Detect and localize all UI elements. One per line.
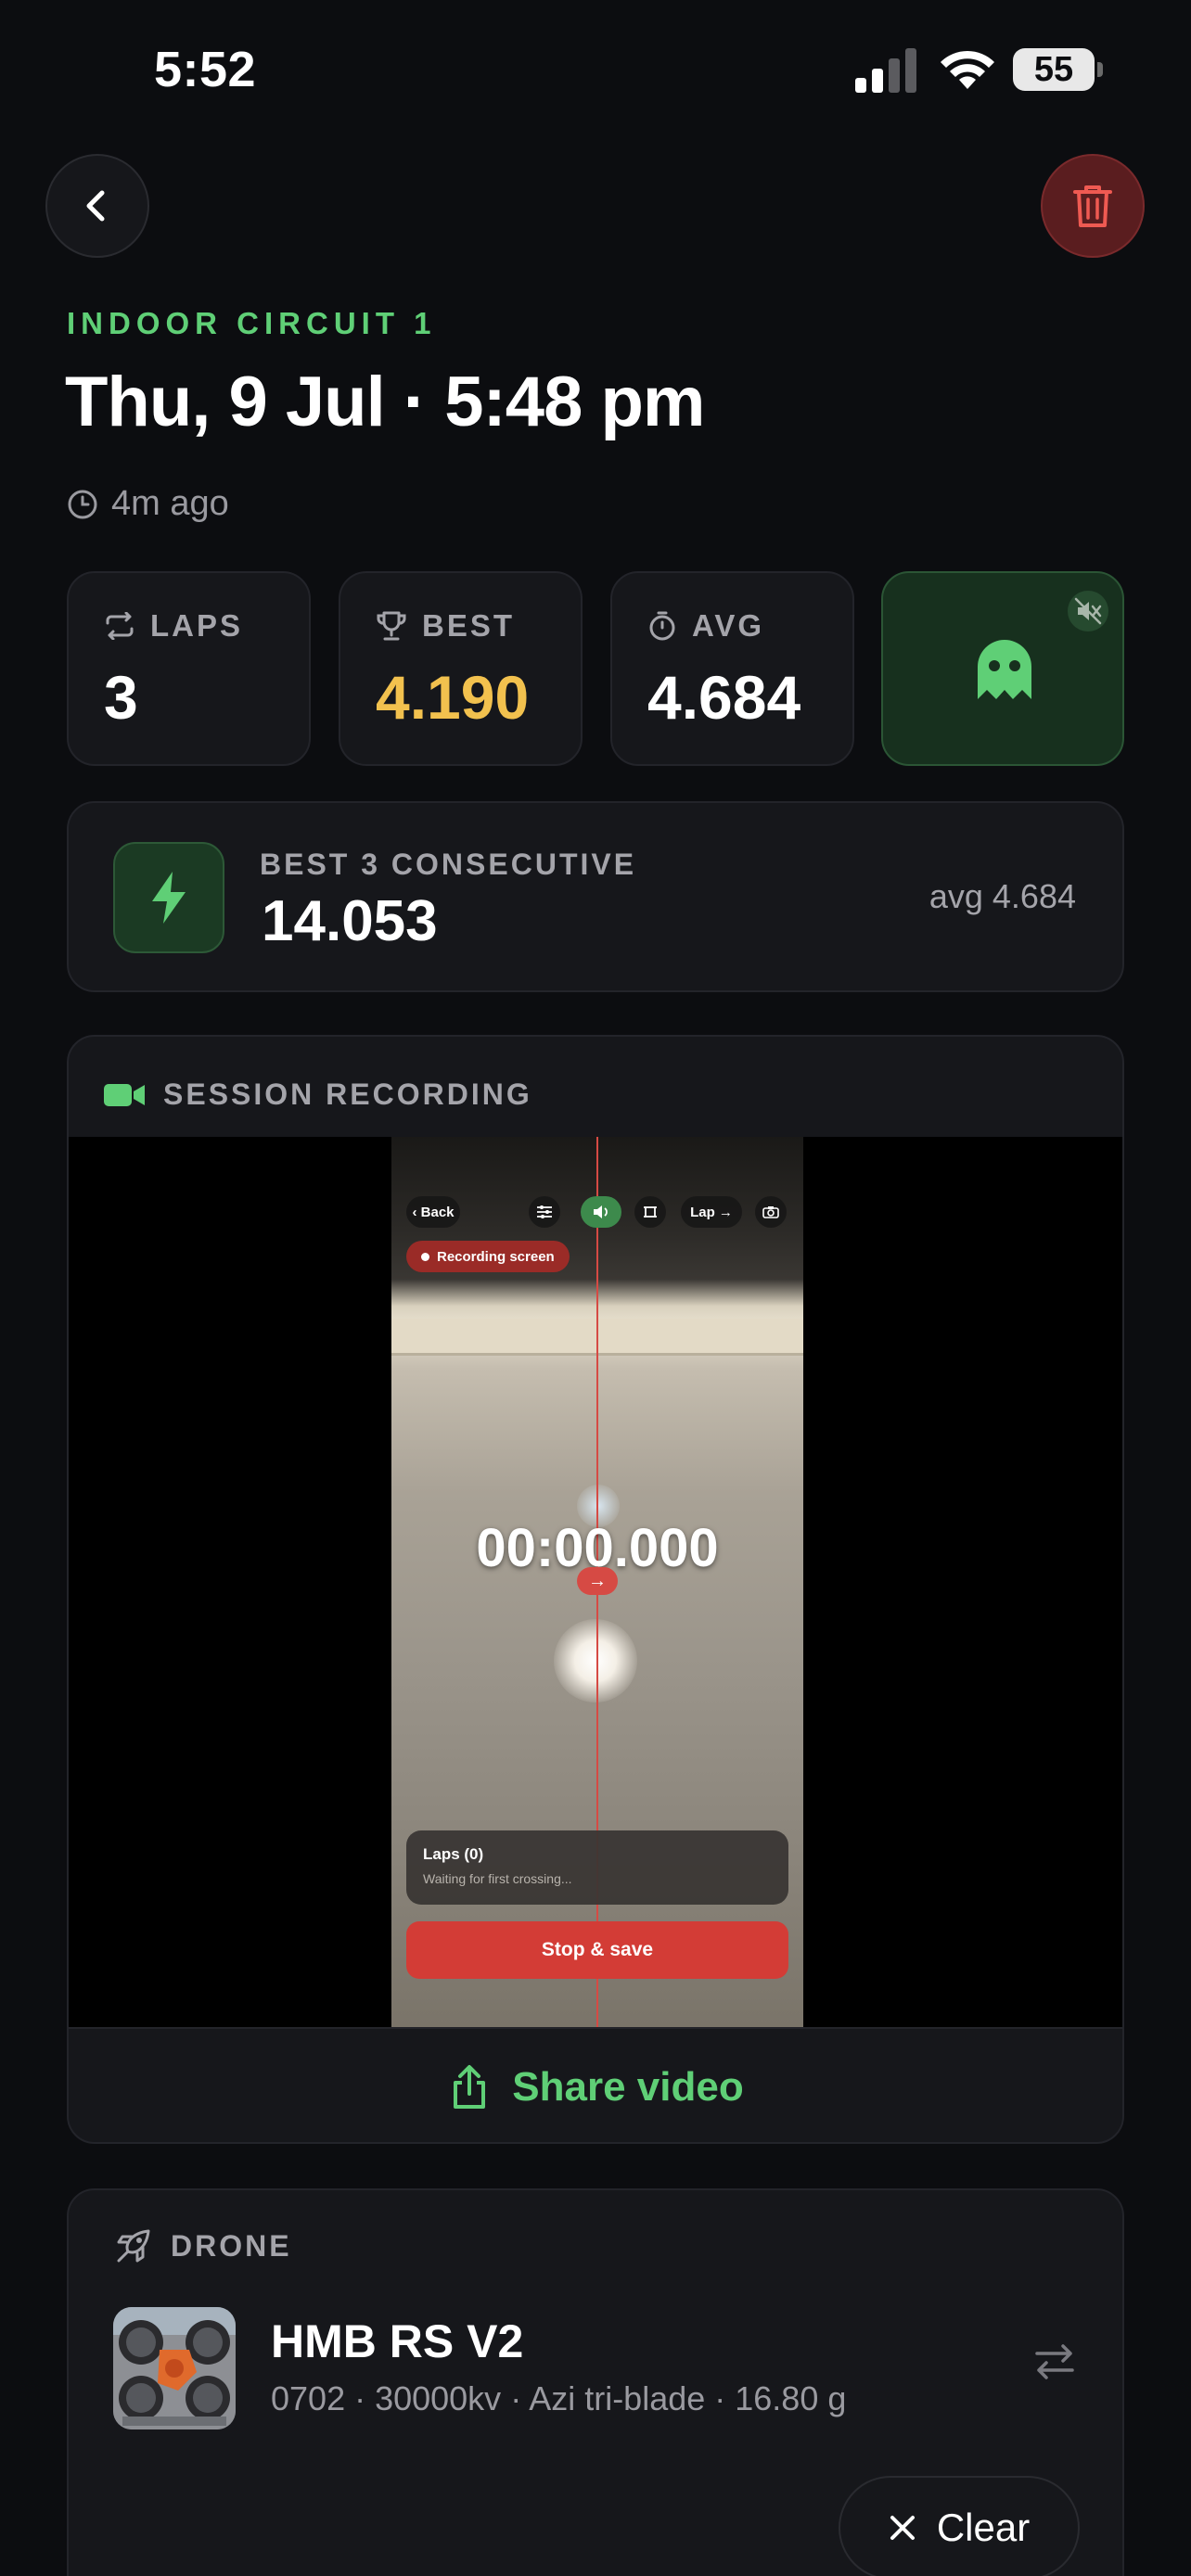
drone-header: DRONE [171,2228,292,2263]
video-player[interactable]: ‹ Back Lap → Recording screen 00:00.000 … [69,1137,1122,2027]
avg-card: AVG 4.684 [610,571,854,766]
laps-label: LAPS [150,608,244,643]
ghost-toggle-button[interactable] [881,571,1124,766]
video-laps-title: Laps (0) [423,1845,484,1863]
avg-label: AVG [692,608,765,643]
video-camera-icon [104,1083,145,1106]
video-frame: ‹ Back Lap → Recording screen 00:00.000 … [391,1137,803,2027]
time-ago: 4m ago [67,484,229,524]
share-video-label: Share video [512,2064,744,2110]
best-value: 4.190 [376,663,530,732]
drone-name: HMB RS V2 [271,2315,524,2367]
best-card: BEST 4.190 [339,571,583,766]
drone-photo [113,2307,236,2429]
back-button[interactable] [45,154,149,258]
trash-icon [1073,185,1112,227]
page-title: Thu, 9 Jul · 5:48 pm [65,363,705,441]
recording-pill: Recording screen [406,1241,570,1272]
wifi-icon [941,50,994,89]
video-camera-icon [755,1196,787,1228]
chevron-left-icon [86,190,105,222]
video-laps-status: Waiting for first crossing... [423,1871,572,1886]
drone-spec: 0702 · 30000kv · Azi tri-blade · 16.80 g [271,2379,847,2417]
video-lap-button: Lap → [681,1196,742,1228]
rocket-icon [117,2229,150,2263]
repeat-icon [106,612,134,640]
mute-icon [1068,591,1108,631]
battery-icon: 55 [1013,48,1103,91]
trophy-icon [377,611,406,641]
close-icon [890,2516,915,2540]
video-back-button: ‹ Back [406,1196,460,1228]
avg-value: 4.684 [647,663,801,732]
laps-value: 3 [104,663,138,732]
circuit-name: INDOOR CIRCUIT 1 [67,306,437,340]
video-stop-button: Stop & save [406,1921,788,1979]
video-sound-icon [581,1196,621,1228]
swap-icon[interactable] [1033,2340,1076,2383]
clear-label: Clear [936,2506,1031,2549]
laps-card: LAPS 3 [67,571,311,766]
best-label: BEST [422,608,516,643]
video-laps-panel: Laps (0) Waiting for first crossing... [406,1830,788,1905]
direction-arrow-icon: → [577,1567,618,1595]
status-time: 5:52 [154,42,257,97]
video-settings-icon [529,1196,560,1228]
lightning-icon [152,872,186,924]
cellular-signal-icon [855,48,916,93]
battery-level: 55 [1033,50,1074,89]
bolt-badge [113,842,224,953]
video-crop-icon [634,1196,666,1228]
clock-icon [68,490,97,518]
delete-button[interactable] [1041,154,1145,258]
share-video-button[interactable]: Share video [69,2027,1122,2142]
stopwatch-icon [649,611,675,641]
best-consecutive-card: BEST 3 CONSECUTIVE 14.053 avg 4.684 [67,801,1124,992]
consecutive-label: BEST 3 CONSECUTIVE [260,848,637,881]
consecutive-avg: avg 4.684 [928,877,1076,915]
recording-header: SESSION RECORDING [163,1078,532,1111]
consecutive-value: 14.053 [262,889,438,953]
ghost-icon [978,640,1031,699]
time-ago-text: 4m ago [111,484,229,523]
session-recording-card: SESSION RECORDING ‹ Back Lap → Recording… [67,1035,1124,2144]
recording-pill-text: Recording screen [437,1248,555,1265]
clear-button[interactable]: Clear [839,2476,1080,2576]
share-icon [454,2065,486,2109]
